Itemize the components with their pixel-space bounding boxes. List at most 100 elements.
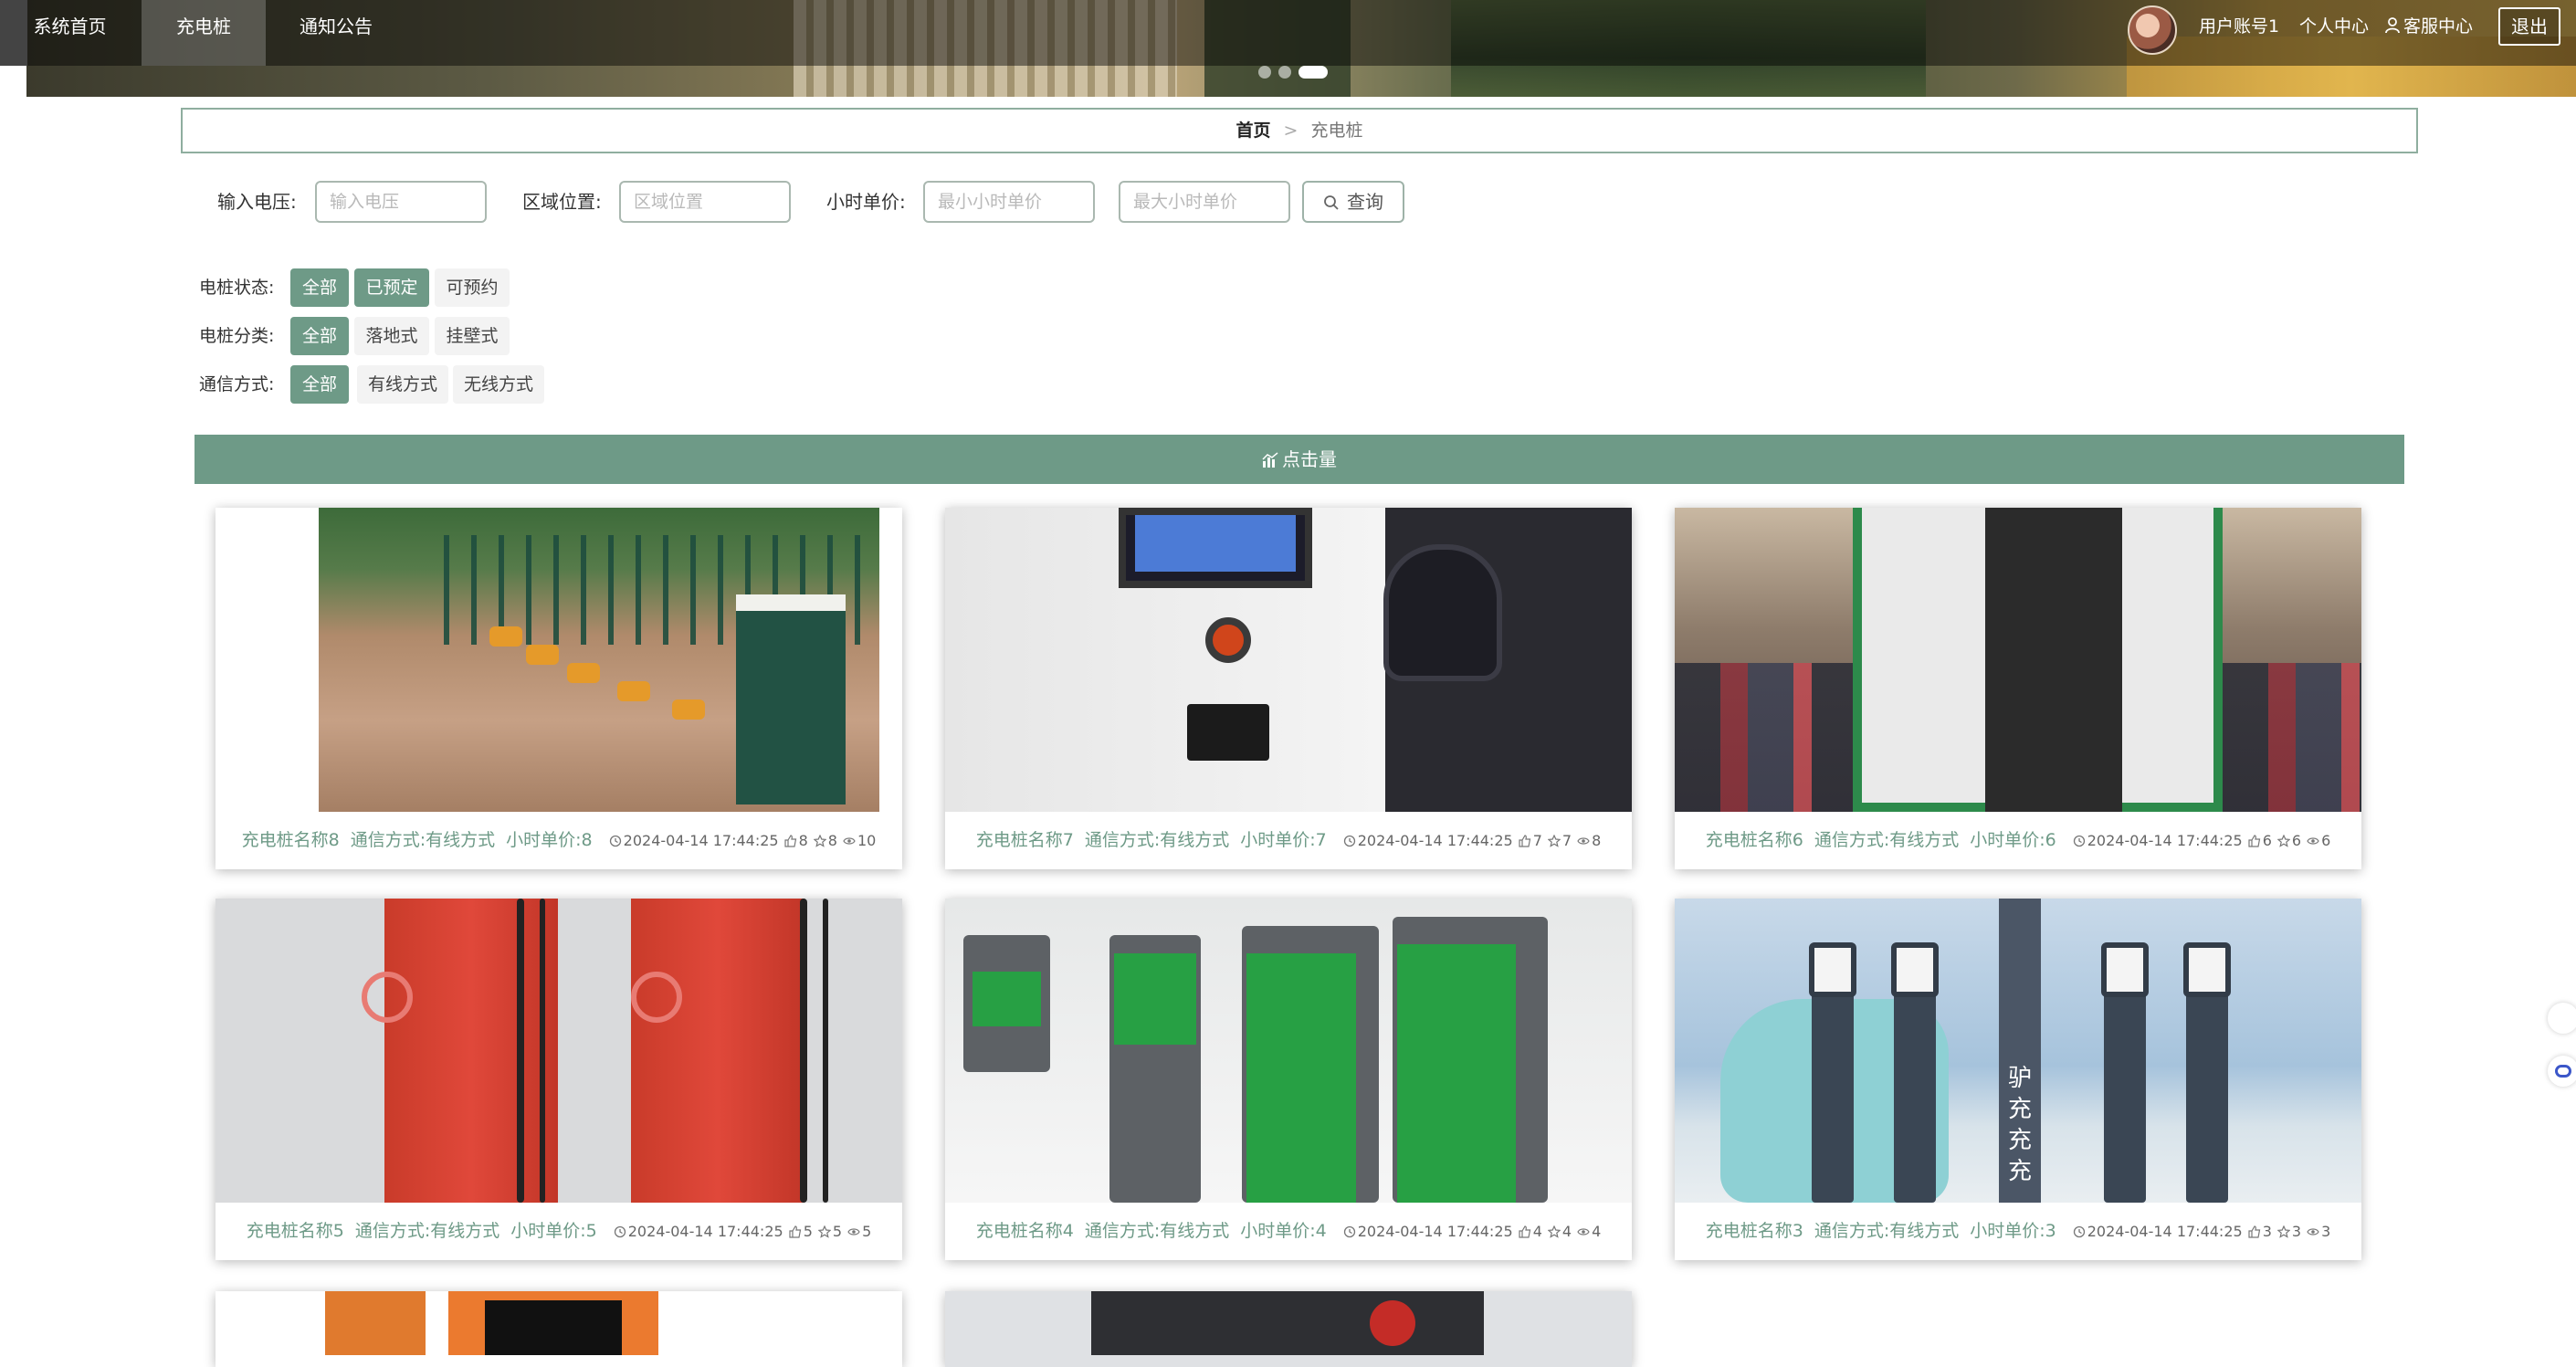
product-price: 小时单价:6: [1970, 830, 2056, 850]
area-input[interactable]: [619, 181, 791, 223]
personal-center-link[interactable]: 个人中心: [2299, 15, 2369, 38]
filter-comm-label: 通信方式:: [199, 374, 275, 394]
product-views: 3: [2321, 1223, 2331, 1240]
product-card[interactable]: 充电桩名称8 通信方式:有线方式 小时单价:8 2024-04-14 17:44:25…: [216, 508, 902, 869]
product-image[interactable]: [1675, 508, 2361, 812]
float-menu-icon[interactable]: [2548, 1003, 2576, 1034]
product-name[interactable]: 充电桩名称4: [976, 1221, 1074, 1241]
breadcrumb-separator: >: [1283, 121, 1299, 141]
product-card[interactable]: [216, 1291, 902, 1367]
product-image[interactable]: [945, 899, 1632, 1203]
product-views: 6: [2321, 832, 2331, 849]
section-title: 点击量: [1282, 448, 1337, 470]
nav-item-charging-pile[interactable]: 充电桩: [142, 0, 266, 66]
product-image[interactable]: [216, 1291, 902, 1367]
product-card[interactable]: 充电桩名称5 通信方式:有线方式 小时单价:5 2024-04-14 17:44:25…: [216, 899, 902, 1260]
breadcrumb: 首页 > 充电桩: [181, 108, 2418, 153]
product-meta: 充电桩名称5 通信方式:有线方式 小时单价:5 2024-04-14 17:44:25…: [216, 1215, 902, 1247]
eye-icon: [2307, 1228, 2319, 1236]
filter-type-floor[interactable]: 落地式: [354, 317, 429, 355]
filter-comm-wired[interactable]: 有线方式: [357, 365, 448, 404]
product-likes: 4: [1532, 1223, 1542, 1240]
breadcrumb-home[interactable]: 首页: [1236, 121, 1271, 141]
max-price-input[interactable]: [1119, 181, 1290, 223]
carousel-dot-2[interactable]: [1278, 66, 1291, 79]
product-card[interactable]: 充电桩名称6 通信方式:有线方式 小时单价:6 2024-04-14 17:44:25…: [1675, 508, 2361, 869]
product-meta: 充电桩名称8 通信方式:有线方式 小时单价:8 2024-04-14 17:44:25…: [216, 824, 902, 857]
star-icon: [2276, 834, 2291, 847]
product-name[interactable]: 充电桩名称6: [1706, 830, 1803, 850]
product-card[interactable]: 充电桩名称7 通信方式:有线方式 小时单价:7 2024-04-14 17:44:25…: [945, 508, 1632, 869]
product-stats: 2024-04-14 17:44:25 7 7 8: [1338, 832, 1601, 849]
user-account-link[interactable]: 用户账号1: [2199, 15, 2279, 38]
filter-type-wall[interactable]: 挂壁式: [435, 317, 510, 355]
filter-status-available[interactable]: 可预约: [435, 268, 510, 307]
eye-icon: [2307, 837, 2319, 845]
clock-icon: [609, 835, 621, 847]
search-button-label: 查询: [1347, 191, 1383, 213]
filter-status-label: 电桩状态:: [199, 278, 275, 298]
product-image[interactable]: [945, 508, 1632, 812]
area-label: 区域位置:: [522, 191, 602, 213]
clock-icon: [2073, 835, 2085, 847]
min-price-input[interactable]: [923, 181, 1095, 223]
float-chat-icon[interactable]: [2548, 1056, 2576, 1087]
product-views: 4: [1592, 1223, 1602, 1240]
product-favs: 3: [2291, 1223, 2302, 1240]
section-header-clicks[interactable]: 点击量: [195, 435, 2404, 484]
product-stats: 2024-04-14 17:44:25 4 4 4: [1338, 1223, 1602, 1240]
product-meta: 充电桩名称7 通信方式:有线方式 小时单价:7 2024-04-14 17:44:25…: [945, 824, 1632, 857]
carousel-dot-3[interactable]: [1299, 66, 1328, 79]
product-image[interactable]: 驴充充充: [1675, 899, 2361, 1203]
product-comm: 通信方式:有线方式: [1814, 830, 1960, 850]
product-comm: 通信方式:有线方式: [350, 830, 496, 850]
product-price: 小时单价:3: [1970, 1221, 2056, 1241]
thumbs-up-icon: [789, 1225, 801, 1238]
user-icon: [2385, 17, 2400, 34]
star-icon: [2276, 1225, 2291, 1238]
product-image[interactable]: [216, 508, 902, 812]
nav-item-home[interactable]: 系统首页: [0, 0, 140, 66]
thumbs-up-icon: [783, 835, 796, 847]
product-card[interactable]: 充电桩名称4 通信方式:有线方式 小时单价:4 2024-04-14 17:44:25…: [945, 899, 1632, 1260]
filter-type-all[interactable]: 全部: [290, 317, 349, 355]
product-likes: 8: [798, 832, 808, 849]
customer-service-link[interactable]: 客服中心: [2385, 15, 2473, 38]
avatar[interactable]: [2128, 5, 2177, 55]
search-button[interactable]: 查询: [1302, 181, 1404, 223]
product-card[interactable]: 驴充充充 充电桩名称3 通信方式:有线方式 小时单价:3 2024-04-14 17:…: [1675, 899, 2361, 1260]
product-likes: 5: [803, 1223, 813, 1240]
product-views: 10: [857, 832, 877, 849]
product-time: 2024-04-14 17:44:25: [2087, 832, 2243, 849]
product-likes: 6: [2262, 832, 2272, 849]
thumbs-up-icon: [1519, 835, 1530, 847]
nav-item-notice[interactable]: 通知公告: [274, 0, 398, 66]
breadcrumb-current: 充电桩: [1310, 121, 1363, 141]
product-price: 小时单价:4: [1240, 1221, 1327, 1241]
product-time: 2024-04-14 17:44:25: [623, 832, 779, 849]
voltage-label: 输入电压:: [217, 191, 297, 213]
filter-comm-all[interactable]: 全部: [290, 365, 349, 404]
product-name[interactable]: 充电桩名称8: [242, 830, 340, 850]
product-name[interactable]: 充电桩名称5: [247, 1221, 344, 1241]
product-name[interactable]: 充电桩名称3: [1706, 1221, 1803, 1241]
clock-icon: [614, 1225, 626, 1238]
product-image[interactable]: [945, 1291, 1632, 1367]
product-time: 2024-04-14 17:44:25: [1357, 1223, 1513, 1240]
eye-icon: [1577, 1228, 1590, 1236]
product-comm: 通信方式:有线方式: [1084, 1221, 1230, 1241]
product-name[interactable]: 充电桩名称7: [976, 830, 1074, 850]
clock-icon: [1343, 1225, 1355, 1238]
carousel-dot-1[interactable]: [1258, 66, 1271, 79]
filter-comm-wireless[interactable]: 无线方式: [453, 365, 544, 404]
filter-status-reserved[interactable]: 已预定: [354, 268, 429, 307]
product-stats: 2024-04-14 17:44:25 3 3 3: [2067, 1223, 2331, 1240]
product-stats: 2024-04-14 17:44:25 5 5 5: [608, 1223, 871, 1240]
logout-button[interactable]: 退出: [2498, 7, 2560, 46]
voltage-input[interactable]: [315, 181, 487, 223]
product-image[interactable]: [216, 899, 902, 1203]
product-card[interactable]: [945, 1291, 1632, 1367]
thumbs-up-icon: [1519, 1225, 1530, 1238]
clock-icon: [2073, 1225, 2085, 1238]
filter-status-all[interactable]: 全部: [290, 268, 349, 307]
